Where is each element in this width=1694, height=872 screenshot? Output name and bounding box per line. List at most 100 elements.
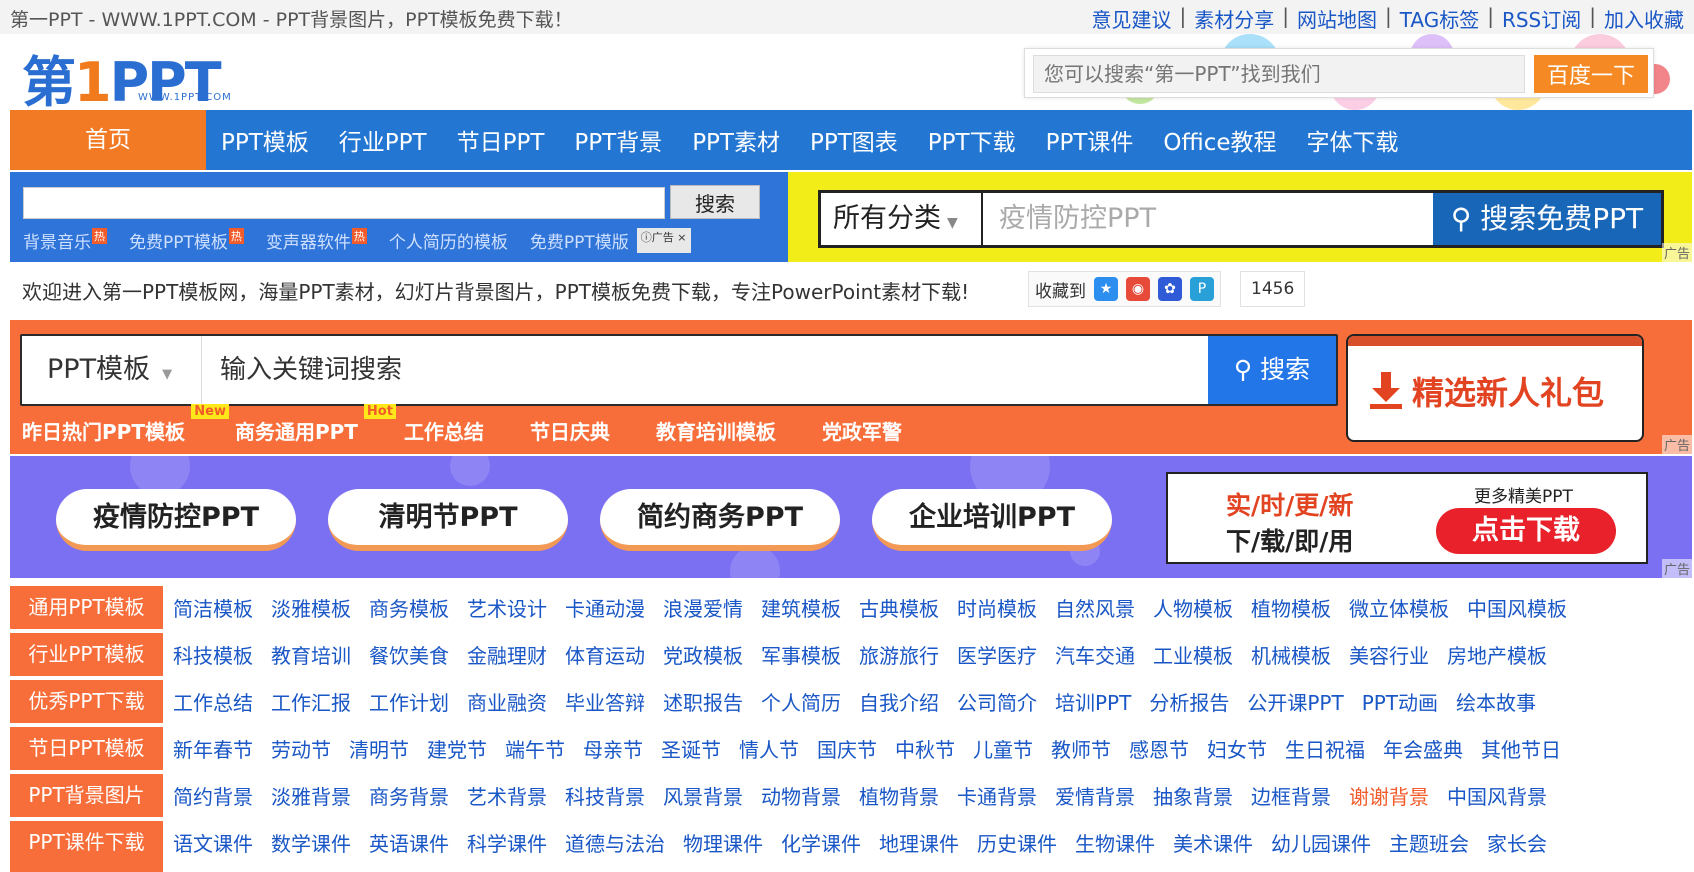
category-link[interactable]: 汽车交通 bbox=[1055, 640, 1135, 669]
category-link[interactable]: 清明节 bbox=[349, 734, 409, 763]
category-link[interactable]: 公开课PPT bbox=[1247, 687, 1343, 716]
category-link[interactable]: 公司简介 bbox=[957, 687, 1037, 716]
category-link[interactable]: 浪漫爱情 bbox=[663, 593, 743, 622]
close-icon[interactable]: × bbox=[677, 231, 686, 244]
category-link[interactable]: 数学课件 bbox=[271, 828, 351, 857]
category-link[interactable]: 美术课件 bbox=[1173, 828, 1253, 857]
nav-font-download[interactable]: 字体下载 bbox=[1307, 123, 1399, 157]
hot-tag[interactable]: 节日庆典 bbox=[530, 416, 610, 445]
category-link[interactable]: 金融理财 bbox=[467, 640, 547, 669]
category-link[interactable]: 淡雅模板 bbox=[271, 593, 351, 622]
category-link[interactable]: 科技背景 bbox=[565, 781, 645, 810]
category-link[interactable]: 自然风景 bbox=[1055, 593, 1135, 622]
category-link[interactable]: 培训PPT bbox=[1055, 687, 1131, 716]
category-link[interactable]: 物理课件 bbox=[683, 828, 763, 857]
category-link[interactable]: 植物模板 bbox=[1251, 593, 1331, 622]
category-link[interactable]: 淡雅背景 bbox=[271, 781, 351, 810]
category-link[interactable]: 工作总结 bbox=[173, 687, 253, 716]
category-link[interactable]: 工业模板 bbox=[1153, 640, 1233, 669]
category-link[interactable]: 动物背景 bbox=[761, 781, 841, 810]
qzone-icon[interactable]: ★ bbox=[1094, 277, 1118, 301]
nav-ppt-materials[interactable]: PPT素材 bbox=[692, 123, 780, 157]
category-link[interactable]: 爱情背景 bbox=[1055, 781, 1135, 810]
category-link[interactable]: 科技模板 bbox=[173, 640, 253, 669]
category-label[interactable]: PPT背景图片 bbox=[10, 774, 163, 817]
category-link[interactable]: 时尚模板 bbox=[957, 593, 1037, 622]
top-link-rss[interactable]: RSS订阅 bbox=[1502, 4, 1581, 33]
top-link-share[interactable]: 素材分享 bbox=[1194, 4, 1274, 33]
promo-pill[interactable]: 疫情防控PPT bbox=[56, 489, 296, 551]
category-link[interactable]: 简约背景 bbox=[173, 781, 253, 810]
weibo-icon[interactable]: ◉ bbox=[1126, 277, 1150, 301]
category-link[interactable]: 幼儿园课件 bbox=[1271, 828, 1371, 857]
promo-pill[interactable]: 企业培训PPT bbox=[872, 489, 1112, 551]
category-label[interactable]: 节日PPT模板 bbox=[10, 727, 163, 770]
category-link[interactable]: 工作汇报 bbox=[271, 687, 351, 716]
category-link[interactable]: 人物模板 bbox=[1153, 593, 1233, 622]
nav-ppt-download[interactable]: PPT下载 bbox=[928, 123, 1016, 157]
category-link[interactable]: 旅游旅行 bbox=[859, 640, 939, 669]
promo-pill[interactable]: 清明节PPT bbox=[328, 489, 568, 551]
category-link[interactable]: 党政模板 bbox=[663, 640, 743, 669]
ad-search-input[interactable] bbox=[23, 187, 665, 219]
ad-search-button[interactable]: 搜索 bbox=[670, 185, 760, 219]
top-link-sitemap[interactable]: 网站地图 bbox=[1297, 4, 1377, 33]
category-link[interactable]: 植物背景 bbox=[859, 781, 939, 810]
category-link[interactable]: 科学课件 bbox=[467, 828, 547, 857]
category-link[interactable]: 教育培训 bbox=[271, 640, 351, 669]
click-download-button[interactable]: 点击下载 bbox=[1436, 508, 1616, 554]
baidu-search-button[interactable]: 百度一下 bbox=[1534, 55, 1648, 93]
top-link-bookmark[interactable]: 加入收藏 bbox=[1604, 4, 1684, 33]
category-link[interactable]: 微立体模板 bbox=[1349, 593, 1449, 622]
category-link[interactable]: 卡通背景 bbox=[957, 781, 1037, 810]
category-link[interactable]: 母亲节 bbox=[583, 734, 643, 763]
category-link[interactable]: 家长会 bbox=[1487, 828, 1547, 857]
download-promo[interactable]: 实/时/更/新 下/载/即/用 更多精美PPT 点击下载 bbox=[1166, 472, 1648, 564]
category-link[interactable]: PPT动画 bbox=[1362, 687, 1438, 716]
site-logo[interactable]: 第1PPT WWW.1PPT.COM bbox=[22, 42, 272, 114]
category-link[interactable]: 生日祝福 bbox=[1285, 734, 1365, 763]
category-label[interactable]: 通用PPT模板 bbox=[10, 586, 163, 629]
category-link[interactable]: 圣诞节 bbox=[661, 734, 721, 763]
category-link[interactable]: 英语课件 bbox=[369, 828, 449, 857]
hot-tag[interactable]: 教育培训模板 bbox=[656, 416, 776, 445]
category-link[interactable]: 道德与法治 bbox=[565, 828, 665, 857]
category-link[interactable]: 工作计划 bbox=[369, 687, 449, 716]
category-link[interactable]: 卡通动漫 bbox=[565, 593, 645, 622]
main-search-button[interactable]: ⚲ 搜索 bbox=[1208, 336, 1336, 404]
category-link[interactable]: 建党节 bbox=[427, 734, 487, 763]
nav-ppt-templates[interactable]: PPT模板 bbox=[221, 123, 309, 157]
category-link[interactable]: 劳动节 bbox=[271, 734, 331, 763]
hot-tag[interactable]: 党政军警 bbox=[822, 416, 902, 445]
category-link[interactable]: 历史课件 bbox=[977, 828, 1057, 857]
search-free-ppt-button[interactable]: ⚲ 搜索免费PPT bbox=[1433, 193, 1661, 245]
category-link[interactable]: 地理课件 bbox=[879, 828, 959, 857]
category-link[interactable]: 艺术设计 bbox=[467, 593, 547, 622]
category-link[interactable]: 艺术背景 bbox=[467, 781, 547, 810]
category-link[interactable]: 体育运动 bbox=[565, 640, 645, 669]
category-link[interactable]: 自我介绍 bbox=[859, 687, 939, 716]
category-link[interactable]: 化学课件 bbox=[781, 828, 861, 857]
promo-pill[interactable]: 简约商务PPT bbox=[600, 489, 840, 551]
ad-link[interactable]: 背景音乐热 bbox=[23, 228, 107, 253]
category-label[interactable]: 行业PPT模板 bbox=[10, 633, 163, 676]
nav-home[interactable]: 首页 bbox=[10, 110, 206, 170]
category-link[interactable]: 端午节 bbox=[505, 734, 565, 763]
category-link[interactable]: 情人节 bbox=[739, 734, 799, 763]
category-link[interactable]: 抽象背景 bbox=[1153, 781, 1233, 810]
category-link[interactable]: 妇女节 bbox=[1207, 734, 1267, 763]
category-link[interactable]: 儿童节 bbox=[973, 734, 1033, 763]
category-link[interactable]: 建筑模板 bbox=[761, 593, 841, 622]
category-link[interactable]: 主题班会 bbox=[1389, 828, 1469, 857]
ad-link[interactable]: 免费PPT模版 bbox=[530, 228, 629, 253]
category-link[interactable]: 美容行业 bbox=[1349, 640, 1429, 669]
category-link[interactable]: 个人简历 bbox=[761, 687, 841, 716]
category-link[interactable]: 中国风模板 bbox=[1467, 593, 1567, 622]
category-link[interactable]: 中秋节 bbox=[895, 734, 955, 763]
nav-ppt-charts[interactable]: PPT图表 bbox=[810, 123, 898, 157]
ad-search-field[interactable]: 疫情防控PPT bbox=[999, 193, 1156, 245]
category-link[interactable]: 中国风背景 bbox=[1447, 781, 1547, 810]
category-link[interactable]: 古典模板 bbox=[859, 593, 939, 622]
category-link[interactable]: 医学医疗 bbox=[957, 640, 1037, 669]
category-link[interactable]: 分析报告 bbox=[1149, 687, 1229, 716]
